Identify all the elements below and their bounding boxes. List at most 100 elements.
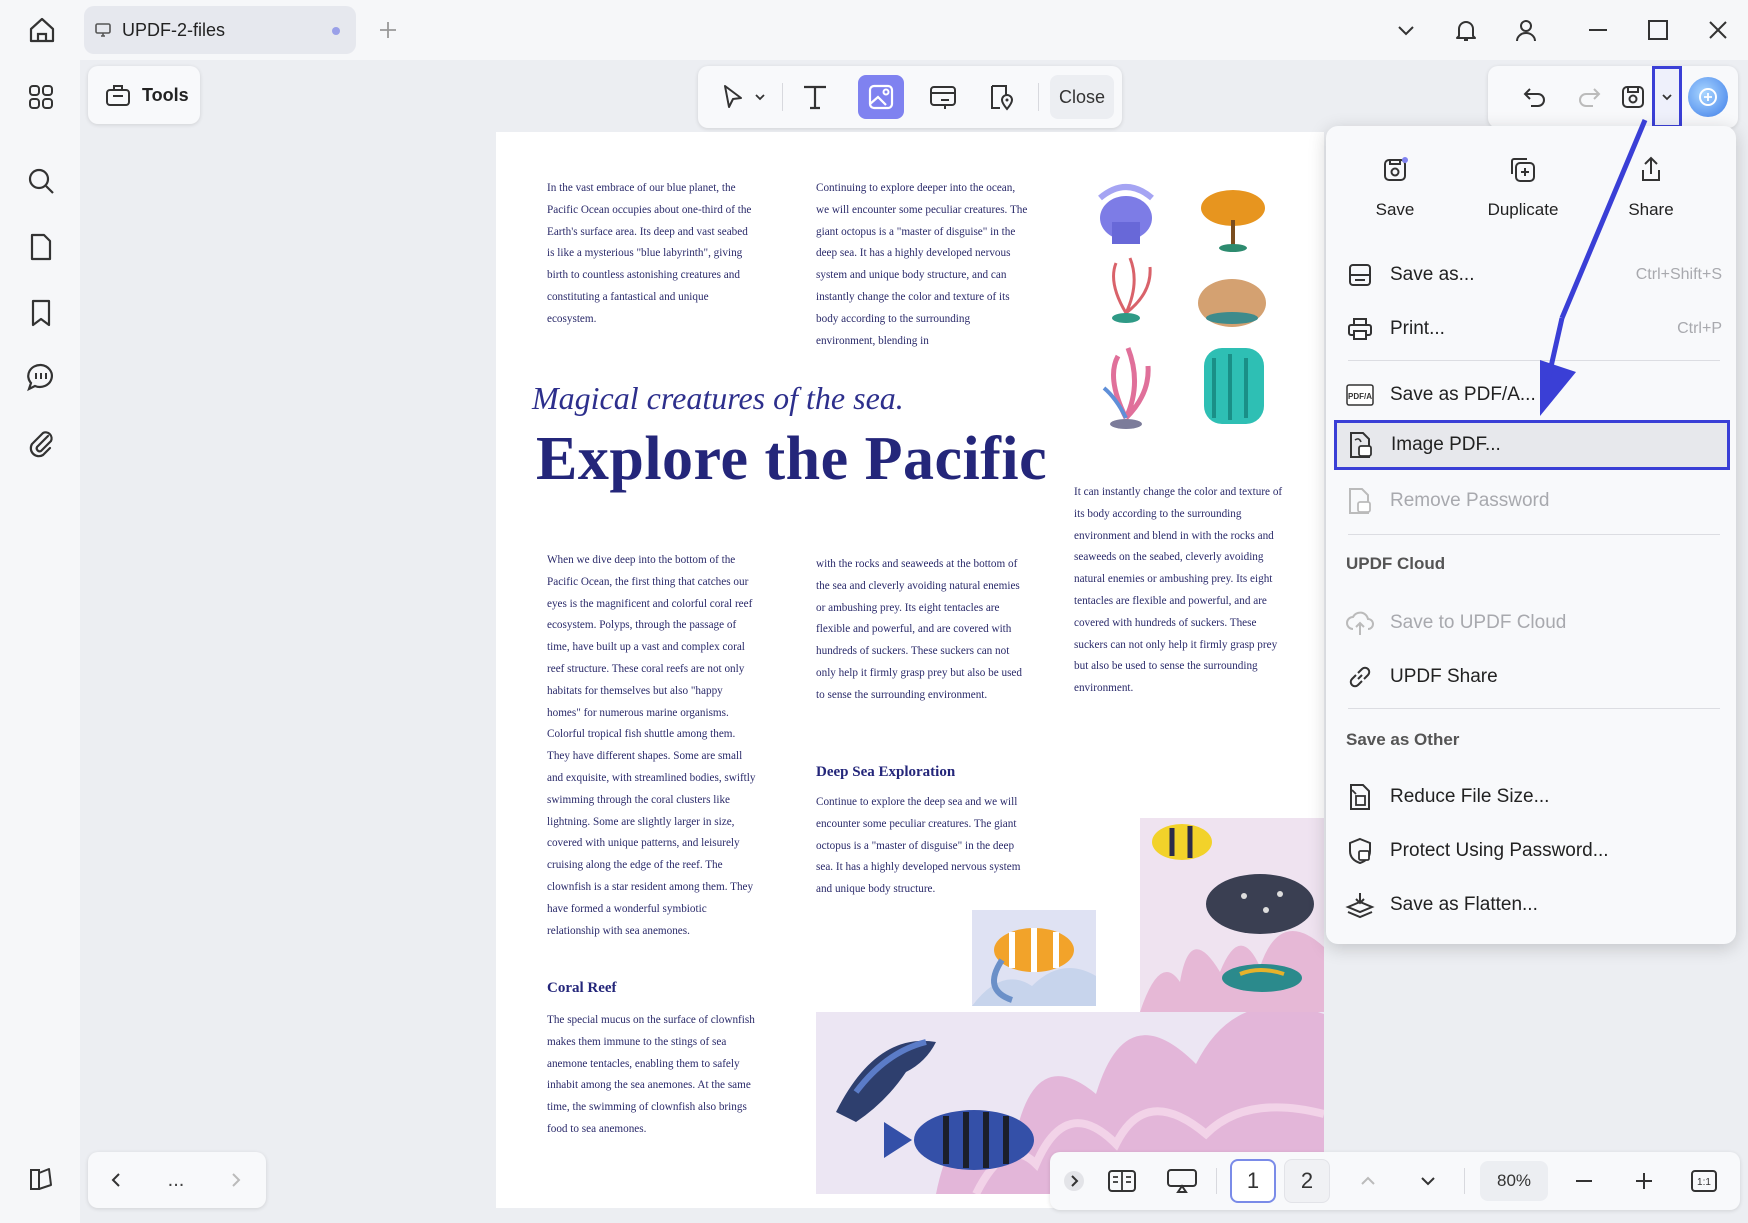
zoom-out-icon[interactable] xyxy=(1564,1161,1604,1201)
menu-share-button[interactable]: Share xyxy=(1596,154,1706,234)
redo-icon[interactable] xyxy=(1568,76,1610,118)
menu-print[interactable]: Print... Ctrl+P xyxy=(1342,304,1726,354)
coral-illustrations xyxy=(1098,184,1266,429)
text-tool-icon[interactable] xyxy=(792,75,838,119)
tab-title: UPDF-2-files xyxy=(122,19,226,40)
close-button[interactable]: Close xyxy=(1050,75,1114,119)
menu-save-flatten[interactable]: Save as Flatten... xyxy=(1342,880,1726,930)
more-icon[interactable]: ... xyxy=(156,1160,196,1200)
duplicate-icon xyxy=(1511,158,1535,182)
menu-label: Save as... xyxy=(1390,264,1475,285)
chevron-down-icon[interactable] xyxy=(1408,1161,1448,1201)
remove-password-icon xyxy=(1344,485,1376,517)
toolbox-icon xyxy=(106,85,130,106)
page-thumbnail-icon[interactable] xyxy=(20,226,62,268)
menu-share-label: Share xyxy=(1628,200,1674,219)
undo-icon[interactable] xyxy=(1514,76,1556,118)
page-toolbar: 1 2 80% 1:1 xyxy=(1050,1152,1740,1210)
menu-updf-share[interactable]: UPDF Share xyxy=(1342,652,1726,702)
edit-toolbar: Close xyxy=(698,66,1122,128)
clownfish-photo xyxy=(972,910,1096,1006)
pointer-dropdown-icon[interactable] xyxy=(748,75,772,119)
image-pdf-icon xyxy=(1345,429,1377,461)
tools-button[interactable]: Tools xyxy=(88,66,200,124)
body-text: It can instantly change the color and te… xyxy=(1074,486,1283,695)
save-icon[interactable] xyxy=(1612,76,1654,118)
menu-save-pdfa[interactable]: PDF/A Save as PDF/A... xyxy=(1342,370,1726,420)
expand-toolbar-icon[interactable] xyxy=(1054,1161,1094,1201)
file-toolbar xyxy=(1488,66,1738,128)
body-text: Continue to explore the deep sea and we … xyxy=(816,796,1021,896)
unsaved-dot xyxy=(332,27,340,35)
menu-protect-password[interactable]: Protect Using Password... xyxy=(1342,826,1726,876)
left-rail xyxy=(0,60,80,1223)
link-tool-icon[interactable] xyxy=(920,75,966,119)
menu-label: Remove Password xyxy=(1390,490,1550,511)
body-text: Continuing to explore deeper into the oc… xyxy=(816,182,1028,347)
menu-label: UPDF Share xyxy=(1390,666,1498,687)
chevron-down-icon[interactable] xyxy=(1386,12,1426,48)
page-1-button[interactable]: 1 xyxy=(1230,1159,1276,1203)
section-heading: Deep Sea Exploration xyxy=(816,764,956,780)
document-subtitle: Magical creatures of the sea. xyxy=(532,380,904,416)
actual-size-icon[interactable]: 1:1 xyxy=(1684,1161,1724,1201)
search-icon[interactable] xyxy=(20,160,62,202)
save-options-dropdown[interactable] xyxy=(1652,66,1682,128)
maximize-icon[interactable] xyxy=(1638,12,1678,48)
presentation-icon[interactable] xyxy=(1162,1161,1202,1201)
zoom-level[interactable]: 80% xyxy=(1480,1161,1548,1201)
attachment-icon[interactable] xyxy=(20,422,62,464)
menu-label: Protect Using Password... xyxy=(1390,840,1609,861)
menu-save-as[interactable]: Save as... Ctrl+Shift+S xyxy=(1342,250,1726,300)
tools-label: Tools xyxy=(142,84,189,105)
body-text: In the vast embrace of our blue planet, … xyxy=(547,182,752,325)
menu-duplicate-label: Duplicate xyxy=(1487,200,1559,219)
menu-shortcut: Ctrl+P xyxy=(1677,320,1722,337)
document-tab[interactable]: UPDF-2-files xyxy=(84,6,356,54)
page-2-button[interactable]: 2 xyxy=(1284,1159,1330,1203)
pdf-page[interactable]: In the vast embrace of our blue planet, … xyxy=(496,132,1324,1208)
body-text: When we dive deep into the bottom of the… xyxy=(547,554,756,937)
reef-fish-photo xyxy=(1140,818,1324,1012)
bell-icon[interactable] xyxy=(1446,12,1486,48)
flatten-icon xyxy=(1344,889,1376,921)
page-location-icon[interactable] xyxy=(978,75,1024,119)
user-icon[interactable] xyxy=(1506,12,1546,48)
menu-duplicate-button[interactable]: Duplicate xyxy=(1468,154,1578,234)
ai-assistant-icon[interactable] xyxy=(1688,77,1728,117)
save-options-menu: Save Duplicate Share Save as... Ctrl+Shi… xyxy=(1326,126,1736,944)
body-text: The special mucus on the surface of clow… xyxy=(547,1014,755,1135)
menu-section-other: Save as Other xyxy=(1346,730,1460,749)
add-tab-icon[interactable] xyxy=(372,12,404,48)
chevron-right-icon[interactable] xyxy=(216,1160,256,1200)
monitor-icon xyxy=(95,23,111,37)
menu-shortcut: Ctrl+Shift+S xyxy=(1635,266,1722,283)
image-tool-icon[interactable] xyxy=(858,75,904,119)
apps-grid-icon[interactable] xyxy=(20,76,62,118)
comment-icon[interactable] xyxy=(20,356,62,398)
title-bar: UPDF-2-files xyxy=(0,0,1748,60)
pdfa-icon: PDF/A xyxy=(1344,379,1376,411)
home-icon[interactable] xyxy=(22,12,62,48)
chevron-up-icon[interactable] xyxy=(1348,1161,1388,1201)
minimize-icon[interactable] xyxy=(1578,12,1618,48)
menu-label: Reduce File Size... xyxy=(1390,786,1550,807)
page-nav: ... xyxy=(88,1152,266,1208)
menu-remove-password[interactable]: Remove Password xyxy=(1342,476,1726,526)
page-layout-icon[interactable] xyxy=(1102,1161,1142,1201)
compress-icon xyxy=(1344,781,1376,813)
menu-image-pdf[interactable]: Image PDF... xyxy=(1334,420,1730,470)
menu-label: Save as Flatten... xyxy=(1390,894,1538,915)
link-icon xyxy=(1344,661,1376,693)
menu-save-cloud[interactable]: Save to UPDF Cloud xyxy=(1342,598,1726,648)
save-as-icon xyxy=(1344,259,1376,291)
section-heading: Coral Reef xyxy=(547,980,617,996)
close-window-icon[interactable] xyxy=(1698,12,1738,48)
menu-reduce-size[interactable]: Reduce File Size... xyxy=(1342,772,1726,822)
layers-icon[interactable] xyxy=(20,1158,62,1200)
bookmark-icon[interactable] xyxy=(20,292,62,334)
menu-save-button[interactable]: Save xyxy=(1340,154,1450,234)
menu-label: Save to UPDF Cloud xyxy=(1390,612,1567,633)
chevron-left-icon[interactable] xyxy=(96,1160,136,1200)
zoom-in-icon[interactable] xyxy=(1624,1161,1664,1201)
